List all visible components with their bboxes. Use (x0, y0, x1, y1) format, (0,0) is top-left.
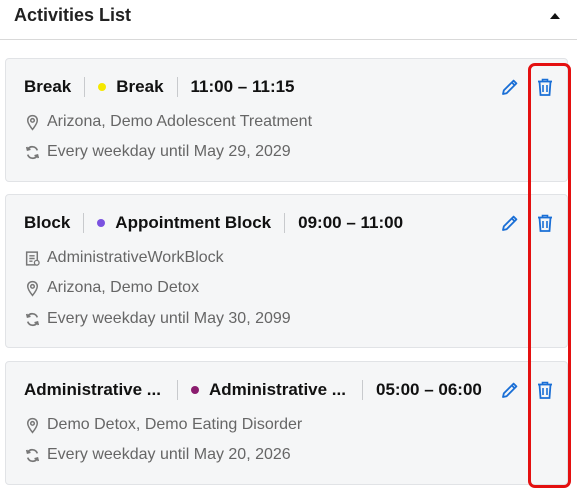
repeat-icon (25, 312, 40, 326)
caret-up-icon[interactable] (548, 10, 562, 22)
trash-icon[interactable] (536, 213, 554, 233)
pencil-icon[interactable] (500, 77, 520, 97)
map-pin-icon (26, 114, 39, 131)
activity-card: Break Break 11:00 – 11:15 Arizona, Demo … (5, 58, 568, 182)
activity-title-row: Break Break 11:00 – 11:15 (24, 75, 295, 99)
activity-location-row: Arizona, Demo Detox (24, 277, 199, 299)
activity-recurrence: Every weekday until May 29, 2029 (47, 143, 291, 160)
document-icon (25, 250, 40, 266)
activity-card: Administrative ... Administrative ... 05… (5, 361, 568, 485)
activity-location: Arizona, Demo Detox (47, 279, 200, 296)
activity-type: Block (24, 213, 71, 232)
activity-time: 09:00 – 11:00 (298, 213, 404, 232)
category-color-dot (97, 219, 106, 227)
repeat-icon (25, 448, 40, 462)
repeat-icon (25, 145, 40, 159)
divider (284, 213, 286, 233)
map-pin-icon (26, 417, 39, 434)
category-color-dot (98, 83, 107, 91)
pencil-icon[interactable] (500, 380, 520, 400)
activity-work-block-row: AdministrativeWorkBlock (24, 247, 224, 269)
divider (177, 380, 178, 400)
activity-type: Administrative ... (24, 380, 161, 399)
activity-title-row: Administrative ... Administrative ... 05… (24, 378, 482, 402)
divider (362, 380, 363, 400)
activities-list-header[interactable]: Activities List (0, 0, 577, 40)
activity-category: Break (116, 77, 164, 96)
trash-icon[interactable] (536, 380, 554, 400)
activity-work-block: AdministrativeWorkBlock (47, 249, 224, 266)
activity-recurrence: Every weekday until May 20, 2026 (47, 446, 291, 463)
pencil-icon[interactable] (500, 213, 520, 233)
activity-category: Administrative ... (209, 380, 346, 399)
activity-location-row: Demo Detox, Demo Eating Disorder (24, 414, 302, 436)
divider (176, 77, 178, 97)
trash-icon[interactable] (536, 77, 554, 97)
activity-recurrence-row: Every weekday until May 20, 2026 (24, 444, 291, 466)
category-color-dot (191, 386, 199, 394)
activity-card: Block Appointment Block 09:00 – 11:00 Ad… (5, 194, 568, 348)
activity-recurrence: Every weekday until May 30, 2099 (47, 310, 291, 327)
activity-location: Arizona, Demo Adolescent Treatment (47, 113, 313, 130)
page-title: Activities List (14, 5, 132, 25)
activity-category: Appointment Block (115, 213, 272, 232)
divider (83, 213, 85, 233)
map-pin-icon (26, 280, 39, 297)
activity-type: Break (24, 77, 72, 96)
activity-location: Demo Detox, Demo Eating Disorder (47, 416, 303, 433)
activity-time: 05:00 – 06:00 (376, 380, 482, 399)
divider (84, 77, 86, 97)
activity-time: 11:00 – 11:15 (190, 77, 295, 96)
activity-title-row: Block Appointment Block 09:00 – 11:00 (24, 211, 403, 235)
activity-recurrence-row: Every weekday until May 30, 2099 (24, 308, 291, 330)
activity-location-row: Arizona, Demo Adolescent Treatment (24, 111, 312, 133)
activity-recurrence-row: Every weekday until May 29, 2029 (24, 141, 291, 163)
